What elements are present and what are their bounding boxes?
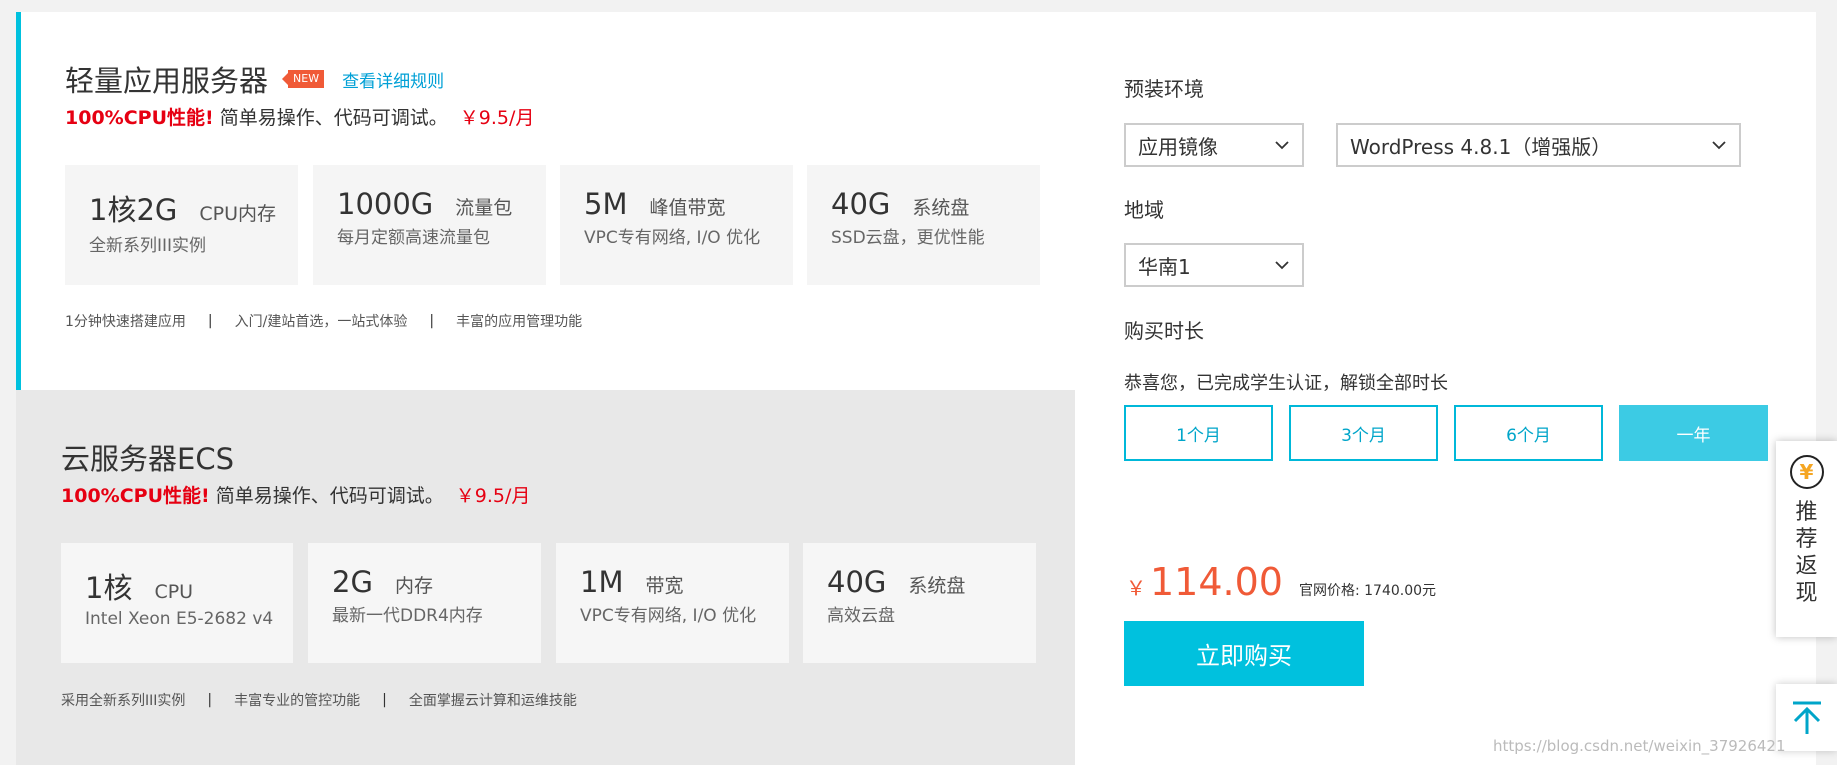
spec-unit: CPU — [154, 581, 194, 603]
feature-list: 1分钟快速搭建应用 | 入门/建站首选，一站式体验 | 丰富的应用管理功能 — [65, 311, 582, 331]
spec-desc: Intel Xeon E5-2682 v4 — [85, 609, 274, 629]
spec-unit: 带宽 — [645, 575, 684, 597]
chevron-down-icon — [1275, 261, 1289, 270]
spec-card: 40G 系统盘 SSD云盘，更优性能 — [807, 165, 1040, 285]
slogan-price: ￥9.5/月 — [455, 485, 531, 507]
region-label: 地域 — [1124, 198, 1164, 222]
feature-item: 丰富专业的管控功能 — [234, 693, 361, 709]
image-name-select[interactable]: WordPress 4.8.1（增强版） — [1336, 123, 1741, 167]
feature-item: 全面掌握云计算和运维技能 — [408, 693, 577, 709]
spec-unit: 内存 — [394, 575, 433, 597]
spec-desc: 最新一代DDR4内存 — [332, 606, 483, 626]
spec-value: 1M — [580, 565, 624, 599]
referral-text: 推荐返现 — [1795, 500, 1818, 606]
product-title: 云服务器ECS — [61, 442, 234, 476]
slogan-highlight: 100%CPU性能! — [65, 107, 214, 129]
product-title-row: 轻量应用服务器 NEW 查看详细规则 — [65, 58, 444, 100]
slogan-text: 简单易操作、代码可调试。 — [215, 485, 444, 507]
spec-unit: 系统盘 — [912, 197, 970, 219]
duration-1-month[interactable]: 1个月 — [1124, 405, 1273, 461]
spec-card: 5M 峰值带宽 VPC专有网络, I/O 优化 — [560, 165, 793, 285]
spec-value: 2G — [332, 565, 373, 599]
product-title: 轻量应用服务器 — [65, 64, 269, 98]
env-label: 预装环境 — [1124, 77, 1204, 101]
region-value: 华南1 — [1138, 254, 1191, 279]
buy-now-button[interactable]: 立即购买 — [1124, 621, 1364, 686]
spec-card: 1核2G CPU内存 全新系列III实例 — [65, 165, 298, 285]
spec-desc: SSD云盘，更优性能 — [831, 228, 985, 248]
spec-desc: 全新系列III实例 — [89, 236, 207, 256]
spec-card: 1000G 流量包 每月定额高速流量包 — [313, 165, 546, 285]
yen-coin-icon: ¥ — [1789, 455, 1824, 489]
slogan-highlight: 100%CPU性能! — [61, 485, 210, 507]
spec-unit: 系统盘 — [908, 575, 966, 597]
region-select[interactable]: 华南1 — [1124, 243, 1304, 287]
duration-6-months[interactable]: 6个月 — [1454, 405, 1603, 461]
duration-label: 购买时长 — [1124, 319, 1204, 343]
feature-item: 入门/建站首选，一站式体验 — [234, 314, 408, 330]
feature-separator: | — [382, 692, 387, 708]
price-block: ￥ 114.00 官网价格: 1740.00元 — [1126, 560, 1436, 604]
slogan-text: 简单易操作、代码可调试。 — [219, 107, 448, 129]
student-notice: 恭喜您，已完成学生认证，解锁全部时长 — [1124, 373, 1448, 394]
image-type-value: 应用镜像 — [1138, 134, 1218, 159]
spec-unit: CPU内存 — [199, 203, 277, 225]
chevron-down-icon — [1712, 141, 1726, 150]
image-type-select[interactable]: 应用镜像 — [1124, 123, 1304, 167]
product-slogan: 100%CPU性能! 简单易操作、代码可调试。 ￥9.5/月 — [61, 481, 530, 508]
spec-card: 1核 CPU Intel Xeon E5-2682 v4 — [61, 543, 293, 663]
currency-symbol: ￥ — [1126, 576, 1146, 600]
active-indicator — [16, 12, 21, 390]
product-title-row: 云服务器ECS — [61, 436, 234, 478]
feature-item: 丰富的应用管理功能 — [456, 314, 583, 330]
chevron-down-icon — [1275, 141, 1289, 150]
official-price: 官网价格: 1740.00元 — [1298, 583, 1437, 599]
watermark: https://blog.csdn.net/weixin_37926421 — [1493, 737, 1786, 755]
spec-value: 1000G — [337, 187, 434, 221]
feature-item: 采用全新系列III实例 — [61, 693, 186, 709]
feature-list: 采用全新系列III实例 | 丰富专业的管控功能 | 全面掌握云计算和运维技能 — [61, 690, 577, 710]
feature-separator: | — [207, 313, 213, 329]
spec-desc: 每月定额高速流量包 — [337, 228, 490, 248]
price-amount: 114.00 — [1150, 560, 1283, 604]
spec-card: 1M 带宽 VPC专有网络, I/O 优化 — [556, 543, 789, 663]
spec-desc: 高效云盘 — [827, 606, 895, 626]
spec-unit: 流量包 — [455, 197, 513, 219]
feature-item: 1分钟快速搭建应用 — [65, 314, 186, 330]
image-name-value: WordPress 4.8.1（增强版） — [1350, 134, 1612, 159]
spec-value: 1核 — [85, 571, 133, 605]
spec-value: 1核2G — [89, 193, 178, 227]
spec-desc: VPC专有网络, I/O 优化 — [580, 606, 757, 626]
spec-desc: VPC专有网络, I/O 优化 — [584, 228, 761, 248]
feature-separator: | — [429, 313, 435, 329]
view-rules-link[interactable]: 查看详细规则 — [342, 67, 444, 92]
spec-value: 40G — [831, 187, 891, 221]
feature-separator: | — [207, 692, 213, 708]
spec-value: 5M — [584, 187, 628, 221]
arrow-up-icon — [1792, 701, 1821, 734]
duration-3-months[interactable]: 3个月 — [1289, 405, 1438, 461]
spec-unit: 峰值带宽 — [649, 197, 726, 219]
slogan-price: ￥9.5/月 — [459, 107, 535, 129]
duration-1-year[interactable]: 一年 — [1619, 405, 1768, 461]
spec-card: 40G 系统盘 高效云盘 — [803, 543, 1036, 663]
spec-value: 40G — [827, 565, 887, 599]
spec-card: 2G 内存 最新一代DDR4内存 — [308, 543, 541, 663]
referral-cashback-widget[interactable]: ¥ 推荐返现 — [1776, 441, 1837, 637]
product-slogan: 100%CPU性能! 简单易操作、代码可调试。 ￥9.5/月 — [65, 103, 534, 130]
new-badge: NEW — [282, 70, 325, 88]
